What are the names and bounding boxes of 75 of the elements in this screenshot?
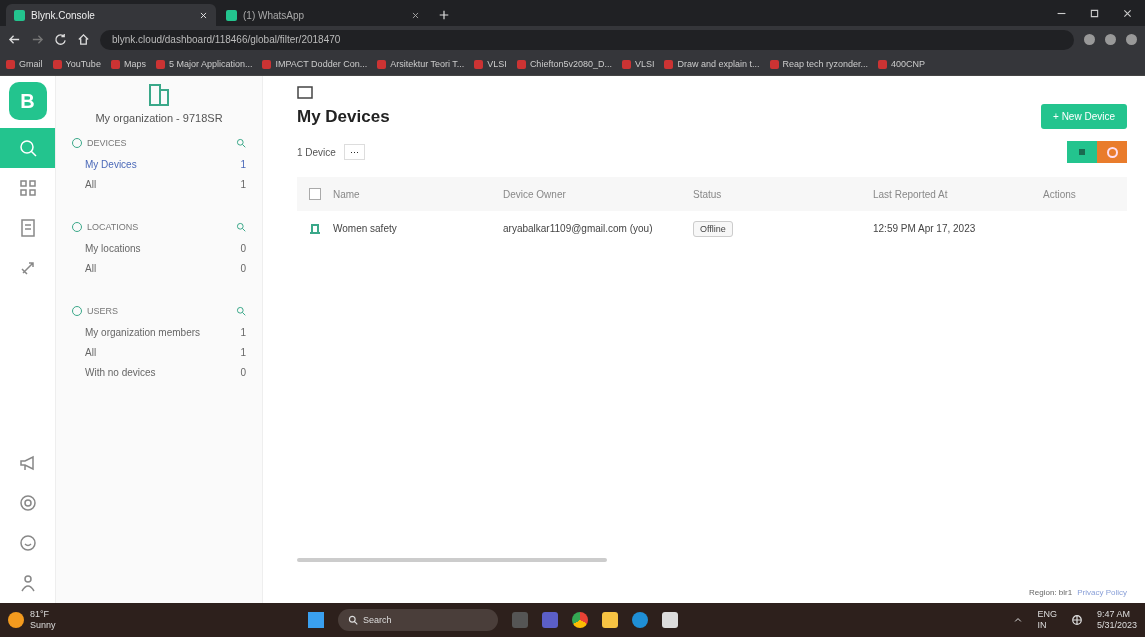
browser-tab[interactable]: (1) WhatsApp <box>218 4 428 26</box>
more-button[interactable]: ··· <box>343 144 365 160</box>
column-header[interactable]: Name <box>333 188 503 200</box>
scrollbar[interactable] <box>297 558 607 562</box>
bookmark[interactable]: 400CNP <box>878 59 926 69</box>
sidebar-item[interactable]: My organization members 1 <box>72 322 246 342</box>
table-cell[interactable]: Women safety <box>333 222 503 234</box>
sidebar-item[interactable]: My locations 0 <box>72 238 246 258</box>
status-badge: Offline <box>693 220 733 237</box>
maximize-icon[interactable] <box>1089 7 1100 19</box>
map-view-button[interactable] <box>1097 141 1127 163</box>
bookmark[interactable]: Maps <box>110 59 146 69</box>
sidebar-item[interactable]: With no devices 0 <box>72 362 246 382</box>
sidebar-item[interactable]: My Devices 1 <box>72 154 246 174</box>
clock-date[interactable]: 5/31/2023 <box>1096 620 1137 631</box>
close-icon[interactable] <box>199 10 208 20</box>
back-icon[interactable] <box>8 33 21 46</box>
device-count: 1 Device <box>297 146 336 158</box>
page-title: My Devices <box>297 106 390 127</box>
bookmark[interactable]: Reap tech ryzonder... <box>769 59 869 69</box>
home-icon[interactable] <box>77 33 90 46</box>
forward-icon[interactable] <box>31 33 44 46</box>
region-label: Region: blr1 <box>1029 588 1073 597</box>
search-icon[interactable] <box>236 138 246 148</box>
column-header[interactable]: Device Owner <box>503 188 693 200</box>
weather-condition: Sunny <box>30 620 56 631</box>
browser-tab[interactable]: Blynk.Console <box>6 4 216 26</box>
column-header[interactable]: Last Reported At <box>873 188 1043 200</box>
extension-icon[interactable] <box>1105 34 1116 45</box>
bookmark[interactable]: Gmail <box>6 59 43 69</box>
rail-item[interactable] <box>0 128 55 168</box>
language-label[interactable]: ENG <box>1037 609 1057 620</box>
close-icon[interactable] <box>411 10 420 20</box>
organization-name: My organization - 9718SR <box>94 112 224 124</box>
section-title: DEVICES <box>87 138 127 148</box>
favicon-icon <box>14 9 25 21</box>
close-icon[interactable] <box>1122 7 1133 19</box>
column-header[interactable]: Status <box>693 188 873 200</box>
region-code: IN <box>1037 620 1048 631</box>
bookmark[interactable]: Chiefton5v2080_D... <box>516 59 612 69</box>
address-bar[interactable]: blynk.cloud/dashboard/118466/global/filter/2018470 <box>100 29 1074 50</box>
table-cell-text: aryabalkar1109@gmail.com (you) <box>503 222 654 234</box>
bookmark[interactable]: IMPACT Dodder Con... <box>262 59 368 69</box>
table-cell-text: 12:59 PM Apr 17, 2023 <box>873 222 977 234</box>
bookmark[interactable]: 5 Major Application... <box>155 59 253 69</box>
device-icon <box>297 86 313 100</box>
bookmark[interactable]: Arsitektur Teori T... <box>377 59 465 69</box>
search-icon <box>348 615 358 625</box>
sun-icon[interactable] <box>8 612 24 628</box>
reload-icon[interactable] <box>54 33 67 46</box>
section-title: LOCATIONS <box>87 222 139 232</box>
browser-icon[interactable] <box>572 612 588 628</box>
building-icon <box>147 82 171 108</box>
network-icon[interactable] <box>1070 614 1083 626</box>
bookmark[interactable]: Draw and explain t... <box>664 59 760 69</box>
clock-time[interactable]: 9:47 AM <box>1096 609 1137 620</box>
temperature: 81°F <box>30 609 51 620</box>
new-tab-icon[interactable] <box>438 9 450 21</box>
favicon-icon <box>226 9 237 21</box>
section-title: USERS <box>87 306 118 316</box>
search-field[interactable]: Search <box>338 609 498 631</box>
sidebar-item[interactable]: All 0 <box>72 258 246 278</box>
profile-icon[interactable] <box>1126 34 1137 45</box>
bookmark[interactable]: VLSI <box>474 59 507 69</box>
bookmark[interactable]: YouTube <box>52 59 101 69</box>
extension-icon[interactable] <box>1084 34 1095 45</box>
chevron-icon[interactable] <box>1013 615 1024 625</box>
checkbox[interactable] <box>309 188 321 200</box>
column-header[interactable]: Actions <box>1043 188 1127 200</box>
search-icon[interactable] <box>236 222 246 232</box>
search-icon[interactable] <box>236 306 246 316</box>
sidebar-item[interactable]: All 1 <box>72 174 246 194</box>
list-view-button[interactable] <box>1067 141 1097 163</box>
bookmark[interactable]: VLSI <box>621 59 655 69</box>
sidebar-item[interactable]: All 1 <box>72 342 246 362</box>
